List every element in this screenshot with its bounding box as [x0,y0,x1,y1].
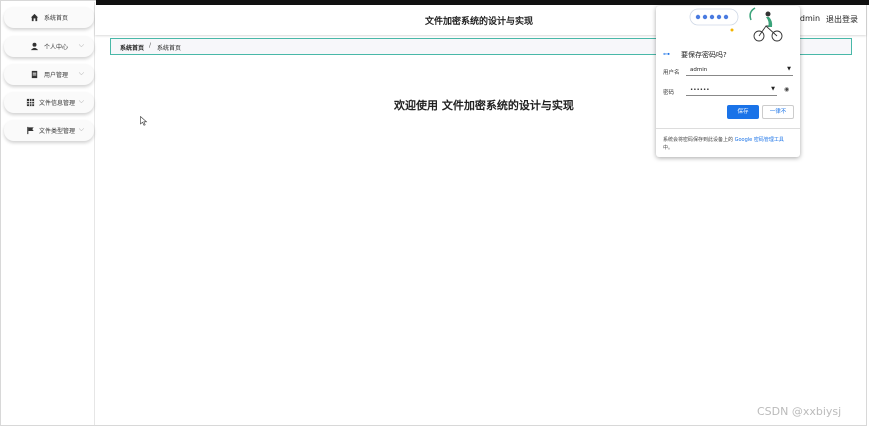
password-field[interactable]: •••••• ▼ [686,85,777,96]
password-manager-link[interactable]: Google 密码管理工具 [735,137,784,143]
mouse-cursor-icon [140,116,148,126]
password-illustration-icon [689,7,783,42]
person-icon [30,42,39,51]
dropdown-arrow-icon[interactable]: ▼ [771,86,775,92]
sidebar-item-label: 用户管理 [44,72,69,79]
save-password-popup: ⊶ 要保存密码吗? 用户名 admin ▼ 密码 •••••• ▼ ◉ 保存 一… [656,6,800,157]
sidebar-item-label: 个人中心 [44,44,69,51]
grid-icon [26,98,35,107]
chevron-down-icon: ⌵ [78,41,84,49]
breadcrumb-root[interactable]: 系统首页 [120,43,144,52]
sidebar-item-label: 文件类型管理 [39,128,76,135]
sidebar-item-users[interactable]: 用户管理 ⌵ [4,64,94,85]
username-field-label: 用户名 [663,70,680,76]
sidebar-item-file-info[interactable]: 文件信息管理 ⌵ [4,92,94,113]
key-icon: ⊶ [663,50,670,58]
save-button[interactable]: 保存 [727,105,759,119]
flag-icon [27,126,34,135]
logout-link[interactable]: 退出登录 [826,14,858,25]
users-icon [31,70,38,79]
watermark: CSDN @xxbiysj [757,405,842,418]
sidebar-item-label: 文件信息管理 [39,100,76,107]
username-value: admin [690,67,708,73]
divider [656,128,800,129]
popup-footer: 系统会将密码保存到此设备上的 Google 密码管理工具中。 [663,136,791,152]
breadcrumb-current: 系统首页 [157,45,182,52]
password-field-label: 密码 [663,90,675,96]
sidebar-item-personal[interactable]: 个人中心 ⌵ [4,36,94,57]
username-field[interactable]: admin ▼ [686,65,793,76]
welcome-text: 欢迎使用 文件加密系统的设计与实现 [394,99,574,112]
footer-suffix: 中。 [663,145,674,151]
chevron-down-icon: ⌵ [78,69,84,77]
footer-text: 系统会将密码保存到此设备上的 [663,137,735,143]
dropdown-arrow-icon[interactable]: ▼ [787,66,791,72]
home-icon [30,13,39,22]
sidebar: 系统首页 个人中心 ⌵ 用户管理 ⌵ 文件信息管理 ⌵ 文件类型管理 ⌵ [2,2,95,425]
sidebar-item-home[interactable]: 系统首页 [4,7,94,28]
password-value: •••••• [690,87,710,93]
never-button[interactable]: 一律不 [762,105,794,119]
page-title: 文件加密系统的设计与实现 [425,17,534,27]
breadcrumb-separator: / [149,42,152,49]
chevron-down-icon: ⌵ [78,97,84,105]
sidebar-item-file-type[interactable]: 文件类型管理 ⌵ [4,120,94,141]
eye-icon[interactable]: ◉ [784,86,789,93]
sidebar-item-label: 系统首页 [44,15,69,22]
popup-title: 要保存密码吗? [681,51,727,59]
chevron-down-icon: ⌵ [78,125,84,133]
